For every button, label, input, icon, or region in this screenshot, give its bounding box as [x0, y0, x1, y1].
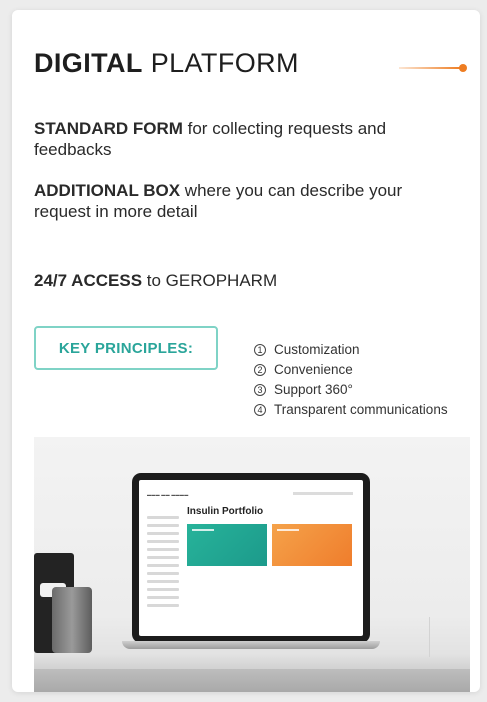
teal-tile [187, 524, 267, 566]
mini-sidebar [147, 516, 179, 612]
feature-access: 24/7 ACCESS to GEROPHARM [34, 270, 434, 291]
principle-item: 3 Support 360° [254, 380, 448, 400]
digital-platform-card: DIGITAL PLATFORM STANDARD FORM for colle… [12, 10, 480, 692]
feature-bold: 24/7 ACCESS [34, 271, 143, 290]
title-light: PLATFORM [150, 48, 299, 78]
feature-standard-form: STANDARD FORM for collecting requests an… [34, 118, 414, 160]
metal-cylinder [52, 587, 92, 653]
mini-logo: ▬▬▬ ▬▬ ▬▬▬▬ [147, 492, 189, 497]
principle-item: 4 Transparent communications [254, 400, 448, 420]
mini-header-bar [293, 492, 353, 495]
principle-item: 2 Convenience [254, 360, 448, 380]
feature-text: to GEROPHARM [142, 271, 278, 290]
laptop-screen: ▬▬▬ ▬▬ ▬▬▬▬ Insulin Portfolio [132, 473, 370, 643]
orange-tile [272, 524, 352, 566]
title-bold: DIGITAL [34, 48, 143, 78]
laptop-base [122, 641, 380, 649]
feature-bold: STANDARD FORM [34, 119, 183, 138]
circled-number: 1 [254, 344, 266, 356]
feature-bold: ADDITIONAL BOX [34, 181, 181, 200]
principle-text: Convenience [274, 362, 353, 377]
tile-label [192, 529, 214, 531]
circled-number: 2 [254, 364, 266, 376]
tile-label [277, 529, 299, 531]
principles-list: 1 Customization 2 Convenience 3 Support … [254, 340, 448, 420]
principle-text: Transparent communications [274, 402, 448, 417]
principle-item: 1 Customization [254, 340, 448, 360]
orange-arrow-dot-icon [459, 64, 467, 72]
feature-additional-box: ADDITIONAL BOX where you can describe yo… [34, 180, 414, 222]
circled-number: 4 [254, 404, 266, 416]
title-row: DIGITAL PLATFORM [34, 48, 474, 82]
circled-number: 3 [254, 384, 266, 396]
screen-title: Insulin Portfolio [187, 506, 264, 517]
principle-text: Support 360° [274, 382, 353, 397]
laptop-notch [236, 473, 266, 479]
laptop-display: ▬▬▬ ▬▬ ▬▬▬▬ Insulin Portfolio [139, 480, 363, 636]
shelf-top [34, 653, 470, 670]
chair-edge [429, 617, 470, 657]
key-principles-button[interactable]: KEY PRINCIPLES: [34, 326, 218, 370]
principle-text: Customization [274, 342, 360, 357]
shelf-front [34, 669, 470, 692]
laptop-photo: ▬▬▬ ▬▬ ▬▬▬▬ Insulin Portfolio [34, 437, 470, 692]
orange-arrow-line [399, 67, 461, 69]
page-title: DIGITAL PLATFORM [34, 48, 474, 79]
